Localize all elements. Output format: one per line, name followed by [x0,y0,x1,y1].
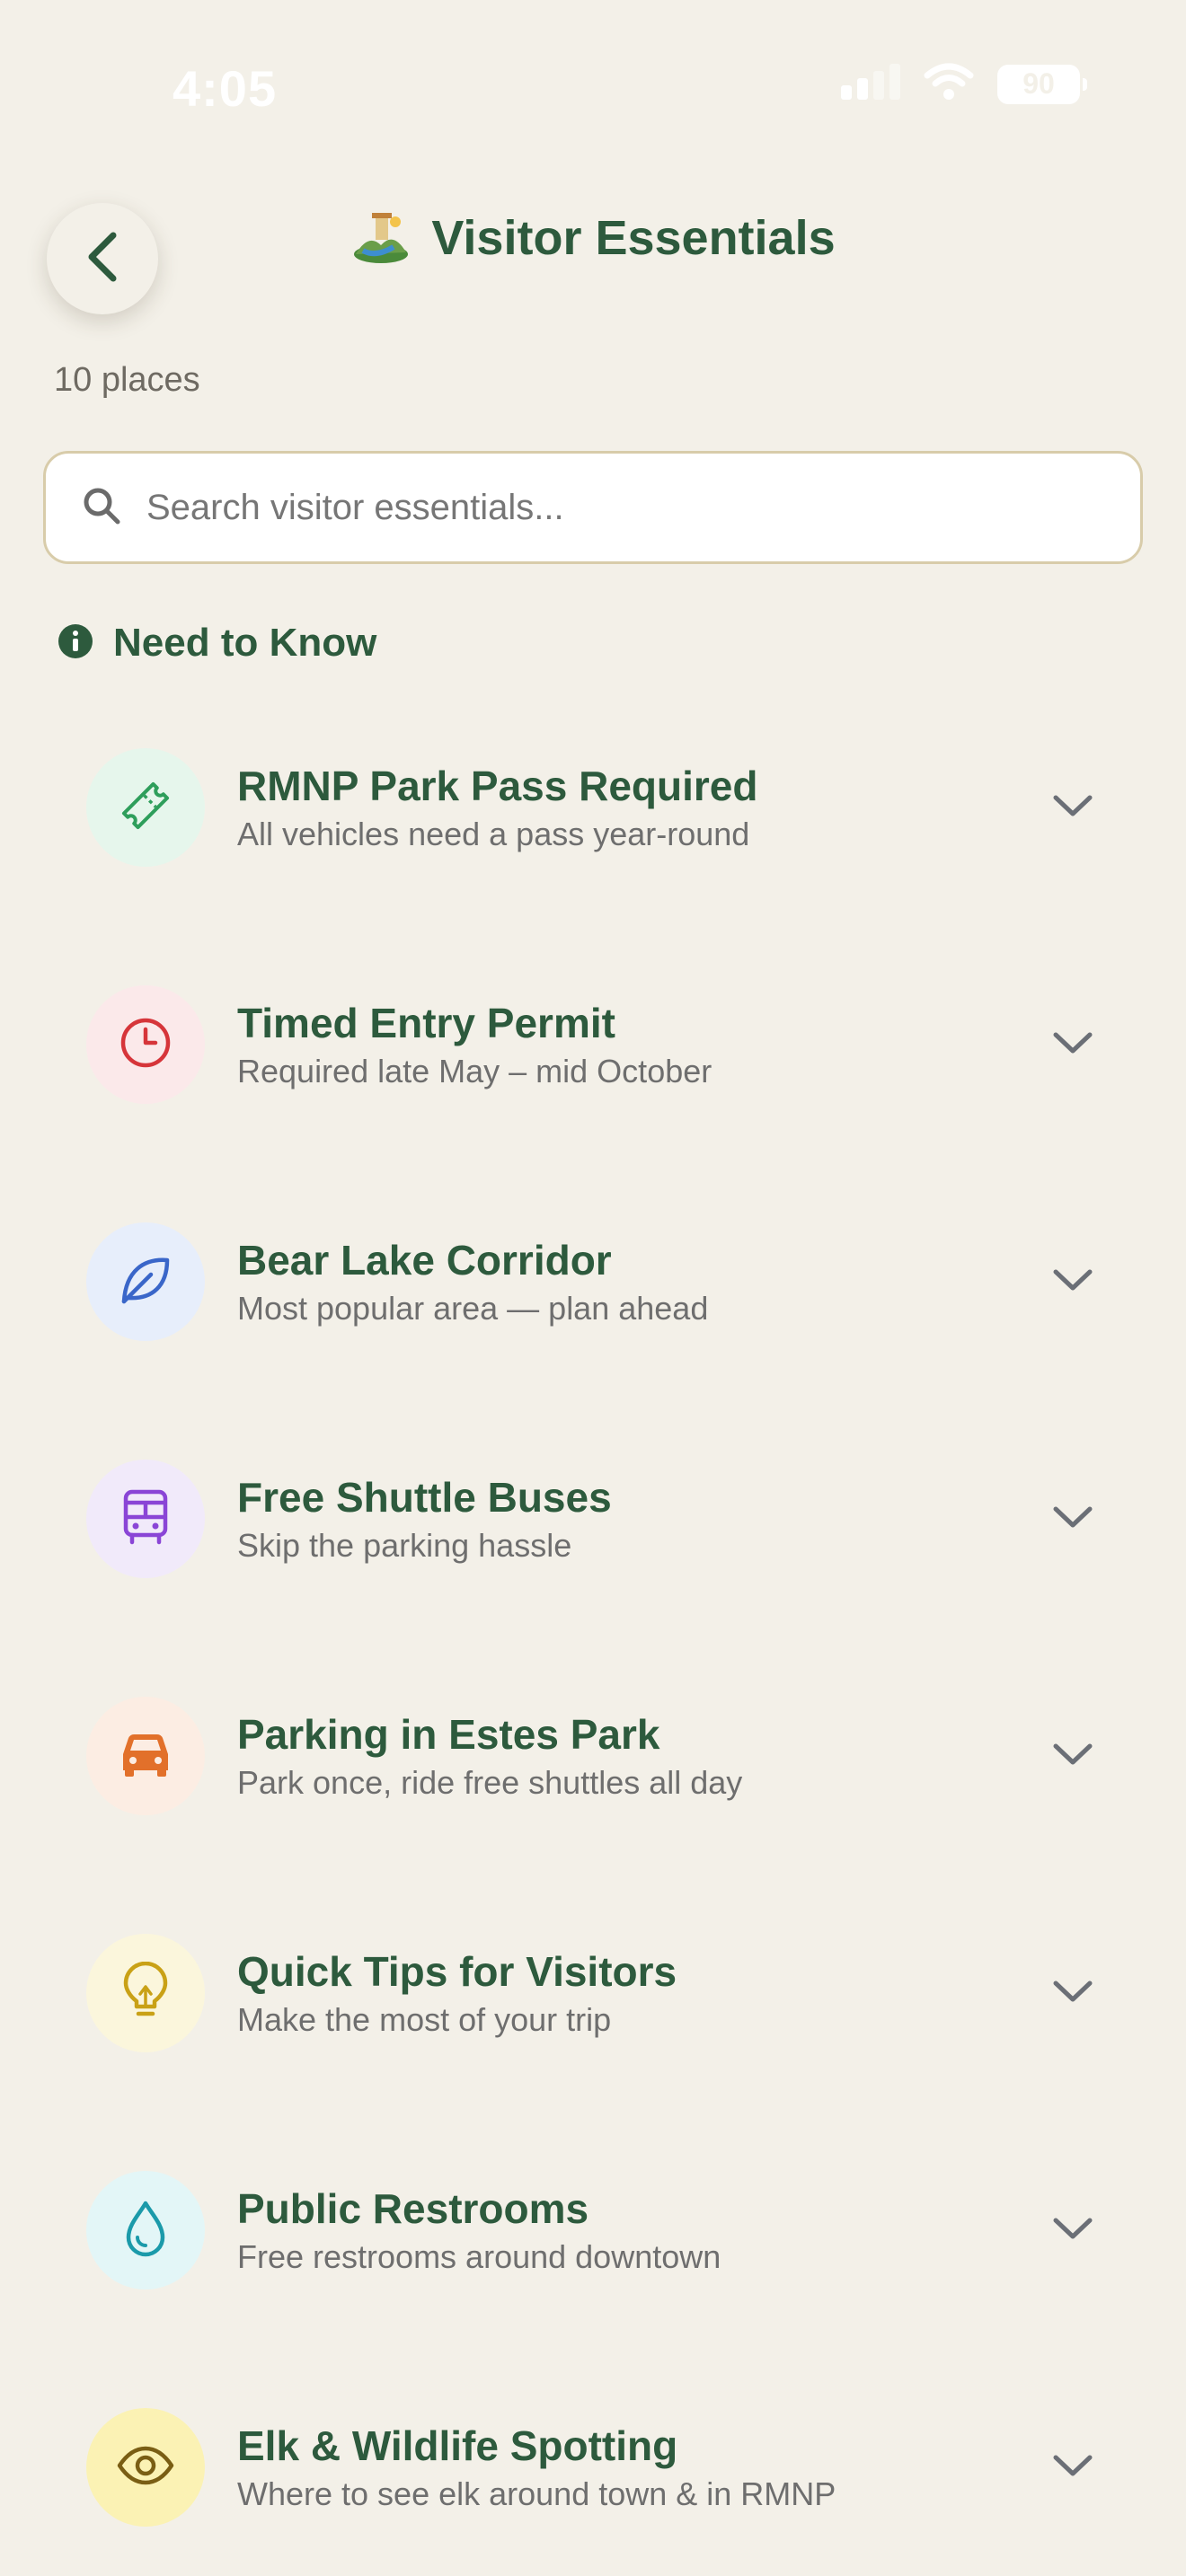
ticket-icon [116,776,175,840]
list-item[interactable]: Quick Tips for Visitors Make the most of… [0,1904,1186,2141]
essentials-list: RMNP Park Pass Required All vehicles nee… [0,719,1186,2576]
list-item[interactable]: RMNP Park Pass Required All vehicles nee… [0,719,1186,956]
item-subtitle: Where to see elk around town & in RMNP [237,2475,836,2512]
lightbulb-icon [120,1961,171,2025]
park-landscape-icon [350,206,412,271]
droplet-icon [123,2200,168,2262]
chevron-down-icon[interactable] [1048,2210,1098,2249]
item-title: Public Restrooms [237,2185,589,2232]
item-icon-badge [86,2408,205,2527]
list-item[interactable]: Free Shuttle Buses Skip the parking hass… [0,1430,1186,1667]
item-title: Elk & Wildlife Spotting [237,2422,678,2469]
item-title: Free Shuttle Buses [237,1474,612,1521]
item-icon-badge [86,1697,205,1815]
bus-icon [119,1488,173,1550]
item-title: Parking in Estes Park [237,1711,660,1758]
clock-icon [118,1015,173,1075]
section-header: Need to Know [58,616,376,670]
item-title: Quick Tips for Visitors [237,1948,677,1995]
cellular-signal-icon [841,64,900,104]
item-subtitle: Most popular area — plan ahead [237,1290,709,1327]
item-title: Timed Entry Permit [237,1000,615,1046]
item-title: Bear Lake Corridor [237,1237,612,1284]
status-icons: 90 [841,63,1087,105]
info-icon [58,623,93,664]
page-header: Visitor Essentials [0,199,1186,277]
list-item[interactable]: Timed Entry Permit Required late May – m… [0,956,1186,1193]
chevron-down-icon[interactable] [1048,787,1098,826]
item-subtitle: Free restrooms around downtown [237,2238,721,2275]
status-time: 4:05 [173,60,278,117]
battery-indicator: 90 [997,64,1087,104]
chevron-down-icon[interactable] [1048,1024,1098,1063]
list-item[interactable]: Public Restrooms Free restrooms around d… [0,2141,1186,2378]
item-icon-badge [86,2171,205,2289]
places-count: 10 places [54,361,200,399]
section-title: Need to Know [113,621,377,665]
list-item[interactable]: Parking in Estes Park Park once, ride fr… [0,1667,1186,1904]
chevron-down-icon[interactable] [1048,1735,1098,1775]
leaf-icon [117,1251,174,1313]
item-icon-badge [86,985,205,1104]
list-item[interactable]: Bear Lake Corridor Most popular area — p… [0,1193,1186,1430]
item-icon-badge [86,1934,205,2052]
item-icon-badge [86,748,205,867]
status-bar: 4:05 90 [0,0,1186,171]
item-icon-badge [86,1460,205,1578]
search-input[interactable] [146,487,1090,528]
item-subtitle: Park once, ride free shuttles all day [237,1764,743,1801]
visitor-essentials-screen: 4:05 90 Visitor Essentials 10 places Sea… [0,0,1186,2576]
chevron-down-icon[interactable] [1048,1972,1098,2012]
item-subtitle: Required late May – mid October [237,1053,712,1090]
page-title: Visitor Essentials [431,211,836,265]
item-icon-badge [86,1222,205,1341]
chevron-down-icon[interactable] [1048,1498,1098,1538]
search-box[interactable] [43,451,1143,564]
item-subtitle: All vehicles need a pass year-round [237,816,750,852]
chevron-down-icon[interactable] [1048,2447,1098,2486]
list-item[interactable]: Elk & Wildlife Spotting Where to see elk… [0,2378,1186,2576]
item-subtitle: Make the most of your trip [237,2001,612,2038]
item-subtitle: Skip the parking hassle [237,1527,572,1564]
car-icon [118,1729,173,1784]
wifi-icon [924,63,974,105]
search-icon [82,486,121,530]
chevron-down-icon[interactable] [1048,1261,1098,1301]
item-title: RMNP Park Pass Required [237,763,758,809]
eye-icon [116,2445,175,2491]
